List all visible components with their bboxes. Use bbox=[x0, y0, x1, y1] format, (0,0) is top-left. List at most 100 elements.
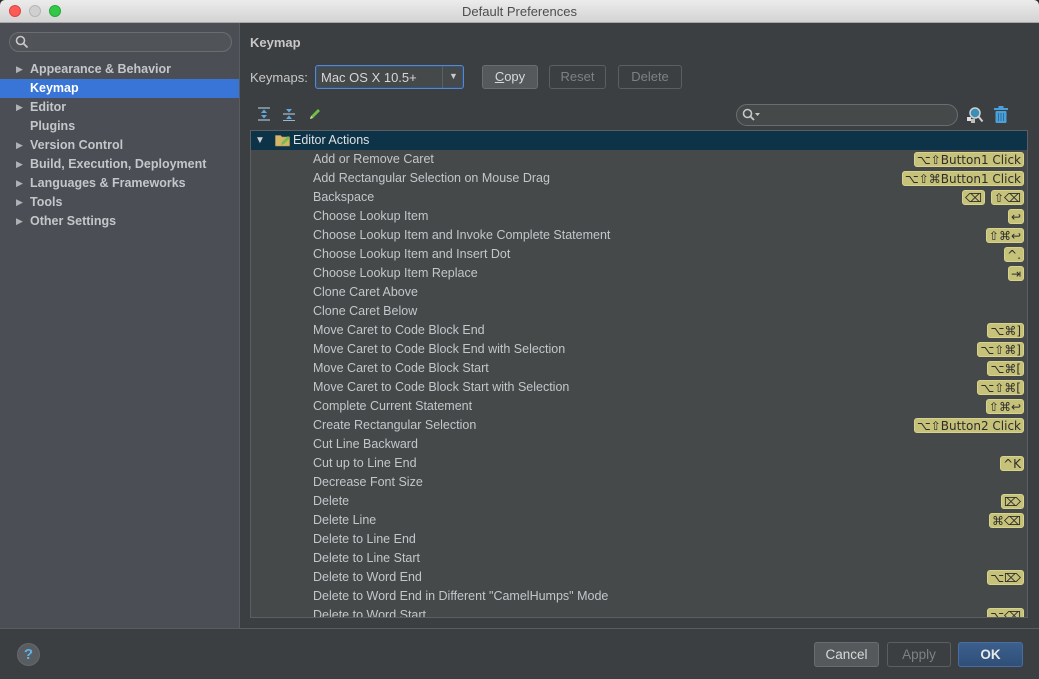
apply-button[interactable]: Apply bbox=[887, 642, 951, 667]
edit-pencil-icon[interactable] bbox=[307, 106, 323, 122]
ok-button-label: OK bbox=[980, 647, 1001, 662]
delete-button[interactable]: Delete bbox=[618, 65, 682, 89]
trash-icon[interactable] bbox=[993, 106, 1009, 124]
action-row[interactable]: Complete Current Statement ⇧⌘↩ bbox=[251, 397, 1027, 416]
group-row-editor-actions[interactable]: ▼ Editor Actions bbox=[251, 131, 1027, 150]
action-row[interactable]: Move Caret to Code Block Start with Sele… bbox=[251, 378, 1027, 397]
shortcut-list: ⌥⇧Button1 Click bbox=[913, 152, 1024, 167]
expand-arrow-icon[interactable]: ▶ bbox=[16, 174, 23, 193]
expanded-arrow-icon[interactable]: ▼ bbox=[255, 131, 265, 150]
action-row[interactable]: Move Caret to Code Block End with Select… bbox=[251, 340, 1027, 359]
shortcut-filter-input[interactable] bbox=[736, 104, 958, 126]
cancel-button[interactable]: Cancel bbox=[814, 642, 879, 667]
shortcut-list: ⇥ bbox=[1007, 266, 1024, 281]
action-row[interactable]: Add Rectangular Selection on Mouse Drag ⌥… bbox=[251, 169, 1027, 188]
shortcut-badge: ⌥⌘] bbox=[987, 323, 1024, 338]
ok-button[interactable]: OK bbox=[958, 642, 1023, 667]
action-row[interactable]: Delete to Word Start ⌥⌫ bbox=[251, 606, 1027, 617]
sidebar-item-other-settings[interactable]: ▶ Other Settings bbox=[0, 212, 239, 231]
sidebar-item-appearance-behavior[interactable]: ▶ Appearance & Behavior bbox=[0, 60, 239, 79]
action-row[interactable]: Delete ⌦ bbox=[251, 492, 1027, 511]
action-row[interactable]: Clone Caret Above bbox=[251, 283, 1027, 302]
sidebar-item-languages-frameworks[interactable]: ▶ Languages & Frameworks bbox=[0, 174, 239, 193]
shortcut-badge: ⌥⌫ bbox=[987, 608, 1024, 617]
expand-arrow-icon[interactable]: ▶ bbox=[16, 136, 23, 155]
expand-arrow-icon[interactable]: ▶ bbox=[16, 193, 23, 212]
keymap-select-value: Mac OS X 10.5+ bbox=[321, 70, 417, 85]
shortcut-list: ⌫ ⇧⌫ bbox=[962, 190, 1024, 205]
expand-arrow-icon[interactable]: ▶ bbox=[16, 60, 23, 79]
keymap-tree-table: ▼ Editor Actions Add or Remove Caret ⌥⇧Bu… bbox=[250, 130, 1028, 618]
action-name: Choose Lookup Item and Invoke Complete S… bbox=[313, 228, 611, 242]
keymaps-label: Keymaps: bbox=[250, 70, 308, 85]
action-name: Backspace bbox=[313, 190, 375, 204]
action-row[interactable]: Choose Lookup Item Replace ⇥ bbox=[251, 264, 1027, 283]
shortcut-badge: ⌥⌘[ bbox=[987, 361, 1024, 376]
action-row[interactable]: Cut Line Backward bbox=[251, 435, 1027, 454]
shortcut-list: ⌥⇧⌘[ bbox=[977, 380, 1024, 395]
expand-arrow-icon[interactable]: ▶ bbox=[16, 155, 23, 174]
action-row[interactable]: Move Caret to Code Block Start ⌥⌘[ bbox=[251, 359, 1027, 378]
shortcut-badge: ⌥⇧Button1 Click bbox=[913, 152, 1024, 167]
action-row[interactable]: Create Rectangular Selection ⌥⇧Button2 Cl… bbox=[251, 416, 1027, 435]
expand-arrow-icon[interactable]: ▶ bbox=[16, 212, 23, 231]
page-title: Keymap bbox=[250, 35, 301, 50]
sidebar-item-label: Languages & Frameworks bbox=[30, 176, 186, 190]
action-name: Add or Remove Caret bbox=[313, 152, 434, 166]
action-row[interactable]: Decrease Font Size bbox=[251, 473, 1027, 492]
action-row[interactable]: Delete to Word End ⌥⌦ bbox=[251, 568, 1027, 587]
keymap-select[interactable]: Mac OS X 10.5+ ▼ bbox=[315, 65, 464, 89]
sidebar-item-label: Appearance & Behavior bbox=[30, 62, 172, 76]
settings-tree: ▶ Appearance & Behavior Keymap ▶ Editor Plugi… bbox=[0, 60, 239, 231]
dialog-footer: ? Cancel Apply OK bbox=[0, 628, 1039, 679]
action-name: Delete to Word End in Different "CamelHu… bbox=[313, 589, 609, 603]
expand-arrow-icon[interactable]: ▶ bbox=[16, 98, 23, 117]
shortcut-list: ↩ bbox=[1007, 209, 1024, 224]
action-row[interactable]: Move Caret to Code Block End ⌥⌘] bbox=[251, 321, 1027, 340]
action-row[interactable]: Clone Caret Below bbox=[251, 302, 1027, 321]
action-row[interactable]: Delete to Line End bbox=[251, 530, 1027, 549]
action-name: Move Caret to Code Block Start with Sele… bbox=[313, 380, 570, 394]
shortcut-list: ⌥⌘[ bbox=[987, 361, 1024, 376]
help-button[interactable]: ? bbox=[17, 643, 40, 666]
sidebar-item-tools[interactable]: ▶ Tools bbox=[0, 193, 239, 212]
sidebar-item-plugins[interactable]: Plugins bbox=[0, 117, 239, 136]
shortcut-badge: ⌥⇧⌘Button1 Click bbox=[901, 171, 1024, 186]
action-row[interactable]: Delete to Word End in Different "CamelHu… bbox=[251, 587, 1027, 606]
settings-search-input[interactable] bbox=[9, 32, 232, 52]
action-name: Delete bbox=[313, 494, 350, 508]
action-row[interactable]: Add or Remove Caret ⌥⇧Button1 Click bbox=[251, 150, 1027, 169]
reset-button[interactable]: Reset bbox=[549, 65, 606, 89]
action-name: Add Rectangular Selection on Mouse Drag bbox=[313, 171, 550, 185]
action-name: Delete to Line End bbox=[313, 532, 416, 546]
action-row[interactable]: Choose Lookup Item and Invoke Complete S… bbox=[251, 226, 1027, 245]
action-row[interactable]: Backspace ⌫ ⇧⌫ bbox=[251, 188, 1027, 207]
sidebar-item-editor[interactable]: ▶ Editor bbox=[0, 98, 239, 117]
action-row[interactable]: Cut up to Line End ^K bbox=[251, 454, 1027, 473]
combo-divider bbox=[442, 66, 443, 88]
shortcut-badge: ⌥⇧Button2 Click bbox=[913, 418, 1024, 433]
shortcut-list: ⌥⇧⌘] bbox=[977, 342, 1024, 357]
collapse-all-icon[interactable] bbox=[281, 106, 297, 122]
shortcut-badge: ⇧⌘↩ bbox=[985, 228, 1024, 243]
find-by-shortcut-icon[interactable] bbox=[966, 106, 984, 124]
sidebar-item-keymap[interactable]: Keymap bbox=[0, 79, 239, 98]
expand-all-icon[interactable] bbox=[256, 106, 272, 122]
sidebar-item-build-execution-deployment[interactable]: ▶ Build, Execution, Deployment bbox=[0, 155, 239, 174]
copy-button[interactable]: Copy bbox=[482, 65, 538, 89]
sidebar-item-label: Build, Execution, Deployment bbox=[30, 157, 207, 171]
shortcut-list: ⌦ bbox=[1001, 494, 1024, 509]
sidebar-item-version-control[interactable]: ▶ Version Control bbox=[0, 136, 239, 155]
action-row[interactable]: Choose Lookup Item and Insert Dot ^. bbox=[251, 245, 1027, 264]
search-with-dropdown-icon[interactable] bbox=[742, 108, 762, 122]
action-row[interactable]: Delete to Line Start bbox=[251, 549, 1027, 568]
action-name: Delete to Word End bbox=[313, 570, 422, 584]
action-row[interactable]: Choose Lookup Item ↩ bbox=[251, 207, 1027, 226]
action-row[interactable]: Delete Line ⌘⌫ bbox=[251, 511, 1027, 530]
action-name: Clone Caret Below bbox=[313, 304, 418, 318]
shortcut-badge: ⌘⌫ bbox=[989, 513, 1024, 528]
sidebar-item-label: Plugins bbox=[30, 119, 76, 133]
shortcut-list: ⌥⌦ bbox=[987, 570, 1024, 585]
window-title: Default Preferences bbox=[462, 4, 577, 19]
folder-icon bbox=[275, 135, 290, 147]
